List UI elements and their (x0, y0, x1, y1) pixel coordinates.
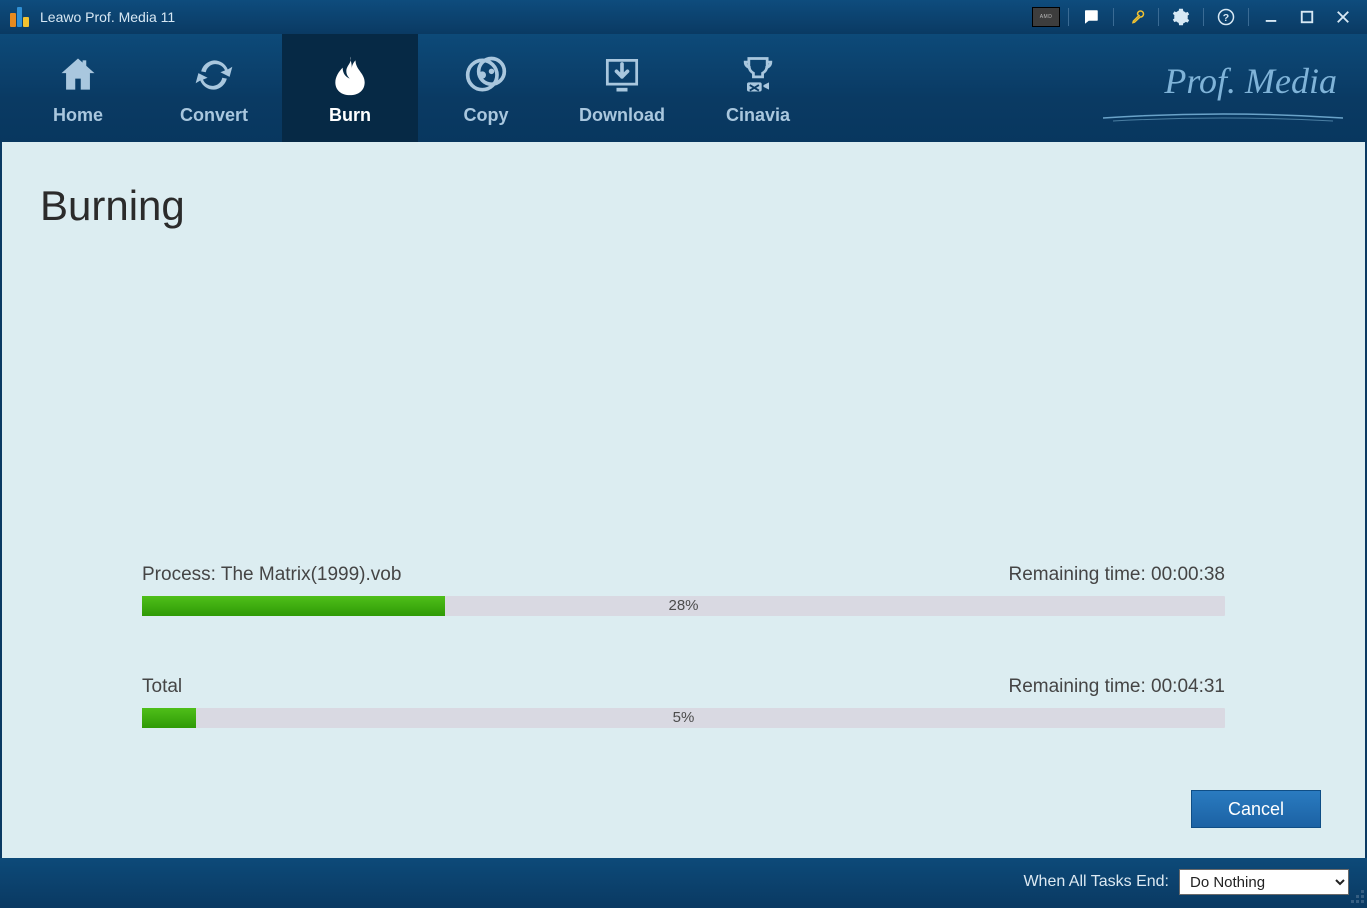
gear-icon (1172, 8, 1190, 26)
app-title: Leawo Prof. Media 11 (40, 9, 175, 25)
cinavia-icon (736, 51, 780, 99)
nav-label: Home (53, 105, 103, 126)
process-label: Process: The Matrix(1999).vob (142, 564, 401, 586)
nav-burn[interactable]: Burn (282, 34, 418, 142)
total-remaining: Remaining time: 00:04:31 (1008, 676, 1225, 698)
minimize-icon (1262, 8, 1280, 26)
key-icon (1127, 8, 1145, 26)
footer-bar: When All Tasks End: Do Nothing (0, 858, 1367, 906)
home-icon (56, 51, 100, 99)
process-remaining: Remaining time: 00:00:38 (1008, 564, 1225, 586)
tasks-end-label: When All Tasks End: (1023, 873, 1169, 891)
separator (1113, 8, 1114, 26)
nav-copy[interactable]: Copy (418, 34, 554, 142)
cancel-label: Cancel (1228, 799, 1284, 820)
titlebar: Leawo Prof. Media 11 AMD ? (0, 0, 1367, 34)
process-percent: 28% (142, 596, 1225, 616)
download-icon (600, 51, 644, 99)
brand-underline-icon (1103, 112, 1343, 122)
close-button[interactable] (1325, 3, 1361, 31)
burn-icon (328, 51, 372, 99)
nav-label: Cinavia (726, 105, 790, 126)
copy-icon (464, 51, 508, 99)
settings-button[interactable] (1163, 3, 1199, 31)
separator (1158, 8, 1159, 26)
separator (1248, 8, 1249, 26)
maximize-icon (1298, 8, 1316, 26)
process-progress-bar: 28% (142, 596, 1225, 616)
main-panel: Burning Process: The Matrix(1999).vob Re… (2, 142, 1365, 858)
main-nav: Home Convert Burn Copy Download Cinavia … (0, 34, 1367, 142)
separator (1203, 8, 1204, 26)
app-logo-icon (10, 7, 30, 27)
convert-icon (192, 51, 236, 99)
chat-icon (1082, 8, 1100, 26)
feedback-button[interactable] (1073, 3, 1109, 31)
nav-cinavia[interactable]: Cinavia (690, 34, 826, 142)
page-title: Burning (40, 182, 1327, 230)
resize-grip-icon[interactable] (1349, 888, 1365, 904)
register-button[interactable] (1118, 3, 1154, 31)
process-progress-block: Process: The Matrix(1999).vob Remaining … (142, 564, 1225, 616)
total-label: Total (142, 676, 182, 698)
help-icon: ? (1217, 8, 1235, 26)
nav-download[interactable]: Download (554, 34, 690, 142)
minimize-button[interactable] (1253, 3, 1289, 31)
brand-script: Prof. Media (1164, 60, 1337, 102)
help-button[interactable]: ? (1208, 3, 1244, 31)
close-icon (1334, 8, 1352, 26)
nav-home[interactable]: Home (10, 34, 146, 142)
nav-label: Convert (180, 105, 248, 126)
tasks-end-select[interactable]: Do Nothing (1179, 869, 1349, 895)
total-progress-block: Total Remaining time: 00:04:31 5% (142, 676, 1225, 728)
total-progress-bar: 5% (142, 708, 1225, 728)
nav-label: Download (579, 105, 665, 126)
total-percent: 5% (142, 708, 1225, 728)
svg-text:?: ? (1223, 12, 1229, 24)
cancel-button[interactable]: Cancel (1191, 790, 1321, 828)
nav-convert[interactable]: Convert (146, 34, 282, 142)
nav-label: Burn (329, 105, 371, 126)
maximize-button[interactable] (1289, 3, 1325, 31)
separator (1068, 8, 1069, 26)
nav-label: Copy (464, 105, 509, 126)
amd-badge-icon: AMD (1032, 7, 1060, 27)
